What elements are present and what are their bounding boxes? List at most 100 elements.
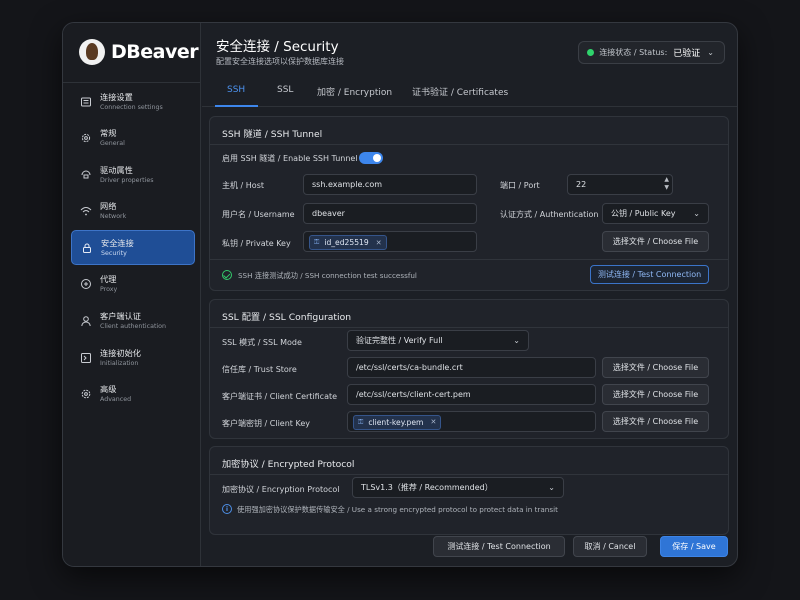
ssl-mode-label: SSL 模式 / SSL Mode bbox=[222, 338, 302, 347]
truststore-input[interactable]: /etc/ssl/certs/ca-bundle.crt bbox=[347, 357, 596, 378]
status-value: 已验证 bbox=[673, 49, 701, 59]
page-subtitle: 配置安全连接选项以保护数据库连接 bbox=[216, 57, 344, 66]
page-header: 安全连接 / Security 配置安全连接选项以保护数据库连接 连接状态 / … bbox=[202, 23, 737, 77]
tab-bar: SSH SSL 加密 / Encryption 证书验证 / Certifica… bbox=[202, 79, 737, 107]
sidebar-nav: 连接设置 Connection settings 常规 General 驱动属性 Dr… bbox=[71, 84, 195, 413]
port-value: 22 bbox=[576, 180, 587, 189]
key-icon: ⚿ bbox=[358, 417, 364, 426]
choose-client-key-button[interactable]: 选择文件 / Choose File bbox=[602, 411, 709, 432]
tab-ssl[interactable]: SSL bbox=[277, 85, 293, 95]
username-input[interactable]: dbeaver bbox=[303, 203, 477, 224]
ssh-tunnel-panel: SSH 隧道 / SSH Tunnel 启用 SSH 隧道 / Enable S… bbox=[209, 116, 729, 291]
sidebar-item-title: 驱动属性 bbox=[100, 164, 133, 175]
ssh-test-connection-button[interactable]: 测试连接 / Test Connection bbox=[590, 265, 709, 284]
lock-icon bbox=[81, 242, 93, 254]
tab-ssh[interactable]: SSH bbox=[227, 85, 245, 95]
authentication-select[interactable]: 公钥 / Public Key ⌄ bbox=[602, 203, 709, 224]
sidebar-item-general[interactable]: 常规 General bbox=[71, 121, 195, 156]
save-button[interactable]: 保存 / Save bbox=[660, 536, 728, 557]
private-key-filename: id_ed25519 bbox=[324, 238, 369, 247]
panel-divider bbox=[210, 259, 728, 260]
client-cert-input[interactable]: /etc/ssl/certs/client-cert.pem bbox=[347, 384, 596, 405]
truststore-label: 信任库 / Trust Store bbox=[222, 365, 297, 374]
app-name: DBeaver bbox=[111, 41, 199, 63]
sidebar-item-client-authentication[interactable]: 客户端认证 Client authentication bbox=[71, 304, 195, 339]
info-icon: i bbox=[222, 504, 232, 514]
sidebar-item-title: 安全连接 bbox=[101, 237, 134, 248]
encryption-protocol-label: 加密协议 / Encryption Protocol bbox=[222, 485, 340, 494]
client-key-filename: client-key.pem bbox=[368, 417, 424, 427]
test-connection-button[interactable]: 测试连接 / Test Connection bbox=[433, 536, 565, 557]
encryption-note: 使用强加密协议保护数据传输安全 / Use a strong encrypted… bbox=[237, 505, 558, 514]
enable-ssh-toggle[interactable] bbox=[359, 152, 383, 164]
host-input[interactable]: ssh.example.com bbox=[303, 174, 477, 195]
port-stepper[interactable]: 22 ▲ ▼ bbox=[567, 174, 673, 195]
sidebar-item-initialization[interactable]: 连接初始化 Initialization bbox=[71, 340, 195, 375]
sidebar-item-connection-settings[interactable]: 连接设置 Connection settings bbox=[71, 84, 195, 119]
sidebar-item-title: 高级 bbox=[100, 384, 117, 395]
sidebar: DBeaver 连接设置 Connection settings 常规 Genera… bbox=[63, 23, 201, 566]
sidebar-item-driver-properties[interactable]: 驱动属性 Driver properties bbox=[71, 157, 195, 192]
app-logo: DBeaver bbox=[79, 38, 199, 66]
encryption-panel-heading: 加密协议 / Encrypted Protocol bbox=[222, 459, 355, 470]
sidebar-item-advanced[interactable]: 高级 Advanced bbox=[71, 377, 195, 412]
encryption-protocol-select[interactable]: TLSv1.3（推荐 / Recommended） ⌄ bbox=[352, 477, 564, 498]
sidebar-item-subtitle: Proxy bbox=[100, 286, 118, 294]
status-label: 连接状态 / Status: bbox=[599, 48, 668, 57]
host-label: 主机 / Host bbox=[222, 181, 264, 190]
sidebar-item-proxy[interactable]: 代理 Proxy bbox=[71, 267, 195, 302]
sidebar-item-subtitle: General bbox=[100, 140, 125, 148]
sidebar-item-subtitle: Network bbox=[100, 213, 127, 221]
port-label: 端口 / Port bbox=[500, 181, 540, 190]
private-key-label: 私钥 / Private Key bbox=[222, 239, 291, 248]
chevron-down-icon: ⌄ bbox=[693, 209, 700, 218]
check-circle-icon bbox=[222, 270, 232, 280]
authentication-label: 认证方式 / Authentication bbox=[500, 210, 599, 219]
init-icon bbox=[80, 352, 92, 364]
gear-icon bbox=[80, 132, 92, 144]
private-key-chip: ⚿ id_ed25519 ✕ bbox=[309, 235, 387, 250]
sidebar-item-title: 代理 bbox=[100, 274, 117, 285]
ssl-mode-value: 验证完整性 / Verify Full bbox=[356, 336, 443, 345]
proxy-icon bbox=[80, 278, 92, 290]
sidebar-item-title: 常规 bbox=[100, 128, 117, 139]
ssl-mode-select[interactable]: 验证完整性 / Verify Full ⌄ bbox=[347, 330, 529, 351]
user-icon bbox=[80, 315, 92, 327]
choose-private-key-button[interactable]: 选择文件 / Choose File bbox=[602, 231, 709, 252]
sidebar-item-subtitle: Connection settings bbox=[100, 103, 163, 111]
driver-icon bbox=[80, 169, 92, 181]
tab-certificates[interactable]: 证书验证 / Certificates bbox=[412, 85, 508, 98]
connection-status-dropdown[interactable]: 连接状态 / Status: 已验证 ⌄ bbox=[578, 41, 725, 64]
sidebar-item-subtitle: Advanced bbox=[100, 396, 132, 404]
active-tab-indicator bbox=[215, 105, 258, 107]
client-key-chip: ⚿ client-key.pem ✕ bbox=[353, 414, 442, 430]
username-label: 用户名 / Username bbox=[222, 210, 295, 219]
choose-client-cert-button[interactable]: 选择文件 / Choose File bbox=[602, 384, 709, 405]
beaver-logo-icon bbox=[79, 39, 105, 65]
chevron-down-icon: ⌄ bbox=[513, 336, 520, 345]
enable-ssh-label: 启用 SSH 隧道 / Enable SSH Tunnel bbox=[222, 154, 358, 163]
page-title: 安全连接 / Security bbox=[216, 39, 339, 55]
sidebar-item-subtitle: Initialization bbox=[100, 359, 139, 367]
tab-encryption[interactable]: 加密 / Encryption bbox=[317, 85, 392, 98]
cancel-button[interactable]: 取消 / Cancel bbox=[573, 536, 647, 557]
sidebar-item-network[interactable]: 网络 Network bbox=[71, 194, 195, 229]
panel-divider bbox=[210, 327, 728, 328]
status-dot-icon bbox=[587, 49, 595, 56]
sidebar-item-subtitle: Security bbox=[101, 249, 127, 257]
sidebar-item-security[interactable]: 安全连接 Security bbox=[71, 230, 195, 266]
ssh-test-result: SSH 连接测试成功 / SSH connection test success… bbox=[238, 271, 417, 280]
remove-chip-icon[interactable]: ✕ bbox=[376, 239, 382, 247]
choose-truststore-button[interactable]: 选择文件 / Choose File bbox=[602, 357, 709, 378]
sidebar-item-subtitle: Client authentication bbox=[100, 323, 167, 331]
sidebar-item-title: 客户端认证 bbox=[100, 311, 141, 322]
sidebar-divider bbox=[63, 82, 200, 83]
spinner-arrows-icon[interactable]: ▲ ▼ bbox=[664, 176, 669, 192]
chevron-down-icon: ⌄ bbox=[707, 48, 714, 57]
panel-divider bbox=[210, 474, 728, 475]
sidebar-item-title: 网络 bbox=[100, 201, 117, 212]
authentication-value: 公钥 / Public Key bbox=[611, 209, 676, 218]
remove-chip-icon[interactable]: ✕ bbox=[430, 418, 436, 426]
chevron-down-icon: ⌄ bbox=[548, 483, 555, 492]
key-icon: ⚿ bbox=[314, 238, 320, 246]
